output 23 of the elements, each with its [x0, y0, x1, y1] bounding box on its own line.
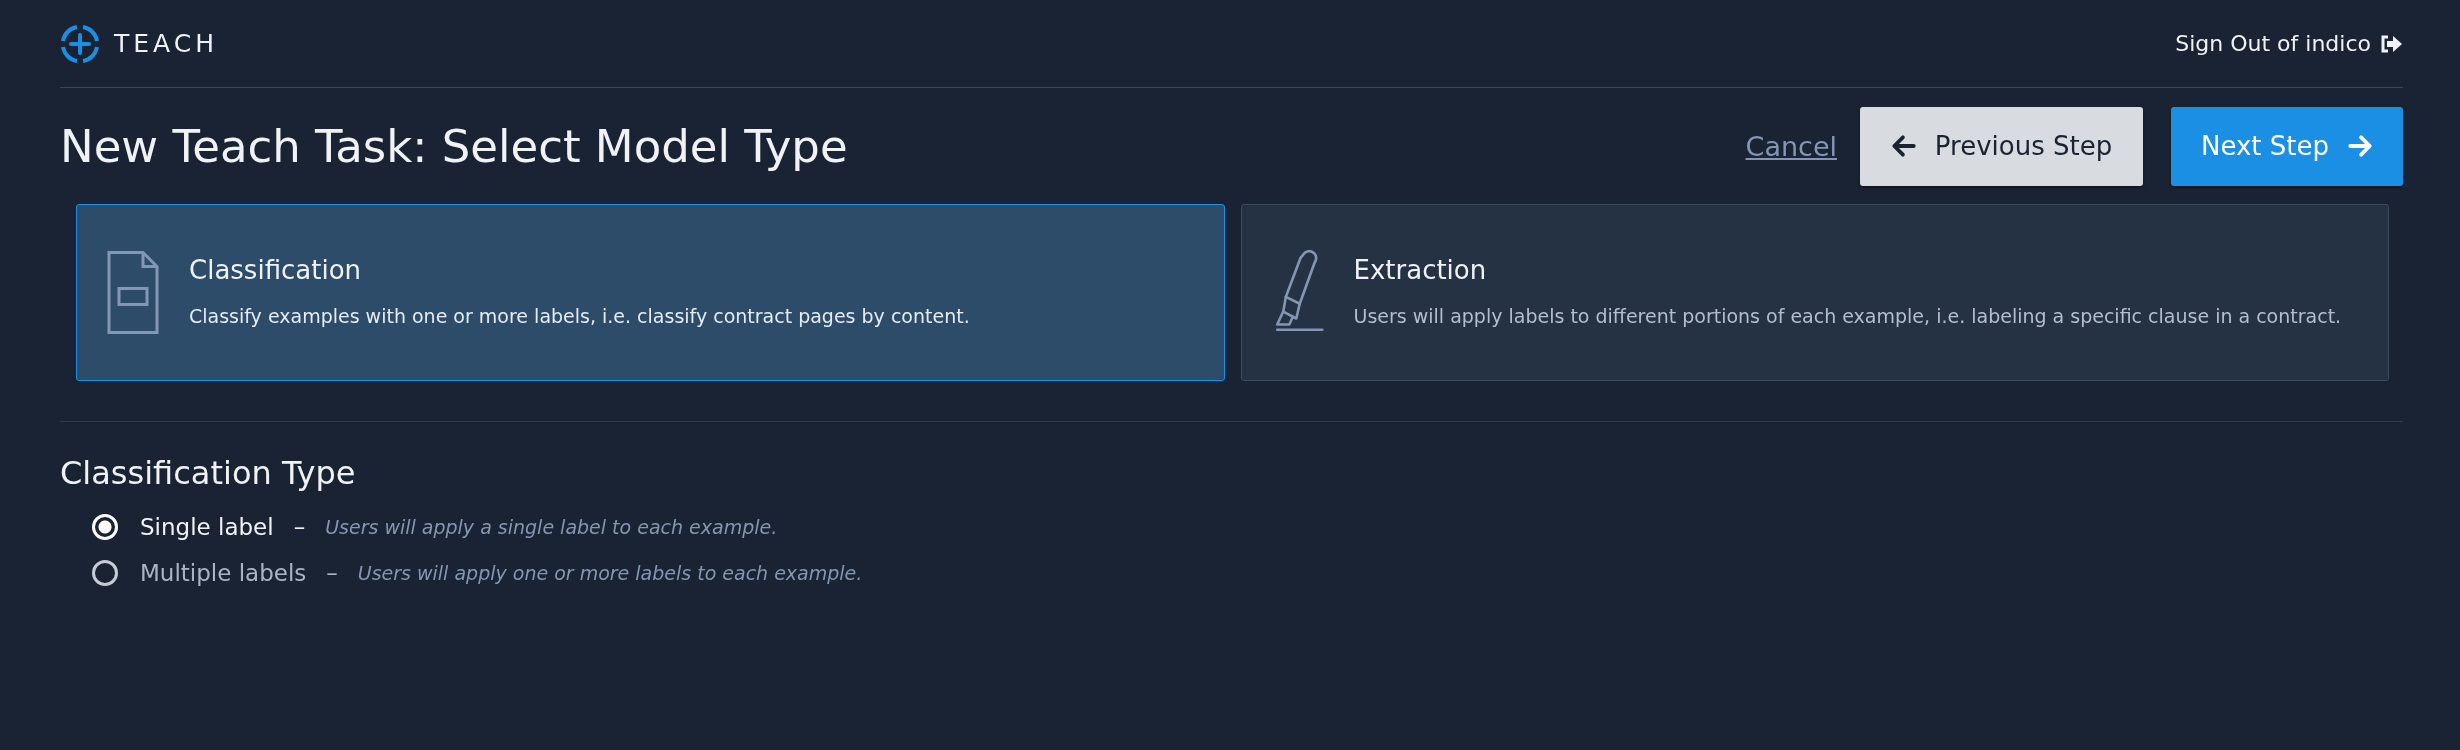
section-heading: Classification Type	[60, 454, 357, 492]
logo-text: TEACH	[114, 29, 218, 58]
dash-separator: –	[293, 514, 306, 540]
previous-step-button[interactable]: Previous Step	[1860, 106, 2143, 186]
card-description: Classify examples with one or more labels, i.e. classify contract pages by content.	[189, 304, 970, 330]
sign-out-icon	[2379, 33, 2403, 54]
arrow-left-icon	[1890, 133, 1917, 159]
option-description: Users will apply a single label to each example.	[325, 516, 778, 538]
option-label[interactable]: Single label	[140, 514, 274, 540]
card-title: Extraction	[1353, 255, 1488, 286]
card-description: Users will apply labels to different portions of each example, i.e. labeling a specific clause in a contract.	[1353, 304, 2342, 330]
option-label[interactable]: Multiple labels	[140, 560, 307, 586]
option-description: Users will apply one or more labels to each example.	[357, 562, 863, 584]
arrow-right-icon	[2347, 133, 2373, 159]
logo-icon	[60, 23, 100, 64]
card-title: Classification	[189, 255, 363, 286]
page-title: New Teach Task: Select Model Type	[60, 119, 848, 173]
cancel-link[interactable]: Cancel	[1745, 130, 1837, 162]
model-type-card[interactable]: Extraction Users will apply labels to different portions of each example, i.e. labeling a specific clause in a contract.	[1240, 204, 2389, 381]
dash-separator: –	[326, 560, 338, 586]
sign-out-link[interactable]: Sign Out of indico	[2175, 31, 2403, 56]
radio-button[interactable]	[92, 560, 118, 586]
model-type-card[interactable]: Classification Classify examples with one or more labels, i.e. classify contract pages by content.	[76, 204, 1225, 381]
